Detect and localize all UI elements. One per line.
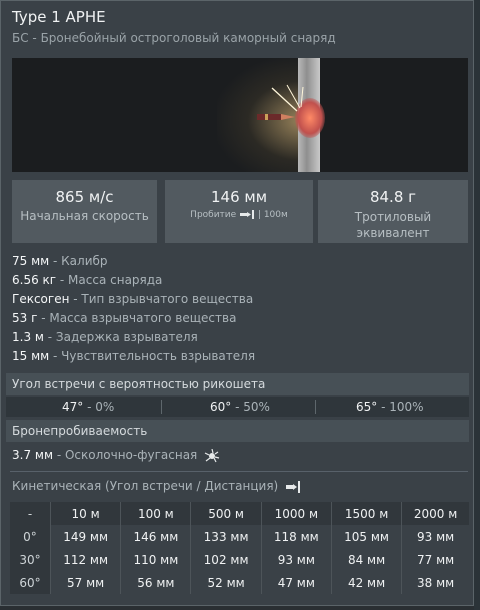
table-row: 30° 112 мм 110 мм 102 мм 93 мм 84 мм 77 … xyxy=(10,548,469,571)
table-header-cell: 1500 м xyxy=(331,502,403,525)
table-header-cell: 500 м xyxy=(190,502,262,525)
table-header-cell: 10 м xyxy=(50,502,122,525)
table-cell: 93 мм xyxy=(261,548,332,571)
table-row: 0° 149 мм 146 мм 133 мм 118 мм 105 мм 93… xyxy=(10,525,469,548)
table-cell: 56 мм xyxy=(120,571,192,594)
prop-fuse-sensitivity: 15 мм - Чувствительность взрывателя xyxy=(12,349,256,363)
shell-title: Type 1 APHE xyxy=(12,8,106,26)
kinetic-penetration-table: - 10 м 100 м 500 м 1000 м 1500 м 2000 м … xyxy=(10,502,469,594)
table-cell: 84 мм xyxy=(331,548,403,571)
table-cell: 57 мм xyxy=(50,571,122,594)
tnt-equivalent-label: Тротиловый эквивалент xyxy=(354,210,432,240)
spark-lines xyxy=(271,84,304,112)
table-cell: 52 мм xyxy=(190,571,262,594)
row-angle: 60° xyxy=(10,571,51,594)
ricochet-cell: 47° - 0% xyxy=(62,400,115,414)
row-angle: 0° xyxy=(10,525,51,548)
table-cell: 77 мм xyxy=(416,552,455,567)
prop-explosive-type: Гексоген - Тип взрывчатого вещества xyxy=(12,292,254,306)
shell-subtitle: БС - Бронебойный остроголовый каморный с… xyxy=(12,31,336,45)
table-cell: 149 мм xyxy=(50,525,122,548)
divider xyxy=(10,471,468,472)
table-header-row: - 10 м 100 м 500 м 1000 м 1500 м 2000 м xyxy=(10,502,469,525)
explosion-icon xyxy=(204,448,220,462)
table-cell: 133 мм xyxy=(190,525,262,548)
prop-fuse-delay: 1.3 м - Задержка взрывателя xyxy=(12,330,198,344)
shell-hit-icon xyxy=(240,210,255,219)
tnt-equivalent-box: 84.8 г Тротиловый эквивалент xyxy=(318,180,468,243)
ricochet-cell: 65° - 100% xyxy=(356,400,424,414)
muzzle-velocity-box: 865 м/с Начальная скорость xyxy=(12,180,157,243)
shell-impact-illustration xyxy=(12,58,468,172)
ricochet-section-header: Угол встречи с вероятностью рикошета xyxy=(6,373,469,395)
penetration-label: Пробитие | 100м xyxy=(190,210,288,220)
table-row: 60° 57 мм 56 мм 52 мм 47 мм 42 мм 38 мм xyxy=(10,571,469,594)
table-cell: 93 мм xyxy=(416,529,455,544)
penetration-value: 146 мм xyxy=(210,188,268,206)
penetration-section-header: Бронепробиваемость xyxy=(6,420,469,442)
table-cell: 42 мм xyxy=(331,571,403,594)
prop-shell-mass: 6.56 кг - Масса снаряда xyxy=(12,273,163,287)
table-cell: 102 мм xyxy=(190,548,262,571)
prop-explosive-mass: 53 г - Масса взрывчатого вещества xyxy=(12,311,237,325)
ricochet-cell: 60° - 50% xyxy=(210,400,270,414)
tnt-equivalent-value: 84.8 г xyxy=(369,188,417,206)
row-angle: 30° xyxy=(10,548,51,571)
kinetic-header: Кинетическая (Угол встречи / Дистанция) xyxy=(12,479,301,493)
table-header-cell: 2000 м xyxy=(401,502,469,525)
table-cell: 38 мм xyxy=(416,575,455,590)
prop-caliber: 75 мм - Калибр xyxy=(12,254,108,268)
ricochet-row: 47° - 0% 60° - 50% 65° - 100% xyxy=(6,397,469,417)
shell-hit-icon xyxy=(286,480,301,493)
muzzle-velocity-label: Начальная скорость xyxy=(20,209,149,223)
table-cell: 105 мм xyxy=(331,525,403,548)
muzzle-velocity-value: 865 м/с xyxy=(55,188,114,206)
table-cell: 47 мм xyxy=(261,571,332,594)
ricochet-divider xyxy=(161,400,162,414)
shell-tooltip-panel: Type 1 APHE БС - Бронебойный остроголовы… xyxy=(0,0,474,606)
panel-right-edge xyxy=(474,0,480,610)
he-penetration-row: 3.7 мм - Осколочно-фугасная xyxy=(12,448,220,463)
ricochet-divider xyxy=(315,400,316,414)
table-cell: 112 мм xyxy=(50,548,122,571)
table-header-cell: 1000 м xyxy=(261,502,332,525)
penetration-box: 146 мм Пробитие | 100м xyxy=(165,180,313,243)
table-cell: 146 мм xyxy=(120,525,192,548)
table-cell: 110 мм xyxy=(120,548,192,571)
table-header-cell: 100 м xyxy=(120,502,192,525)
table-header-cell: - xyxy=(10,502,51,525)
table-cell: 118 мм xyxy=(261,525,332,548)
